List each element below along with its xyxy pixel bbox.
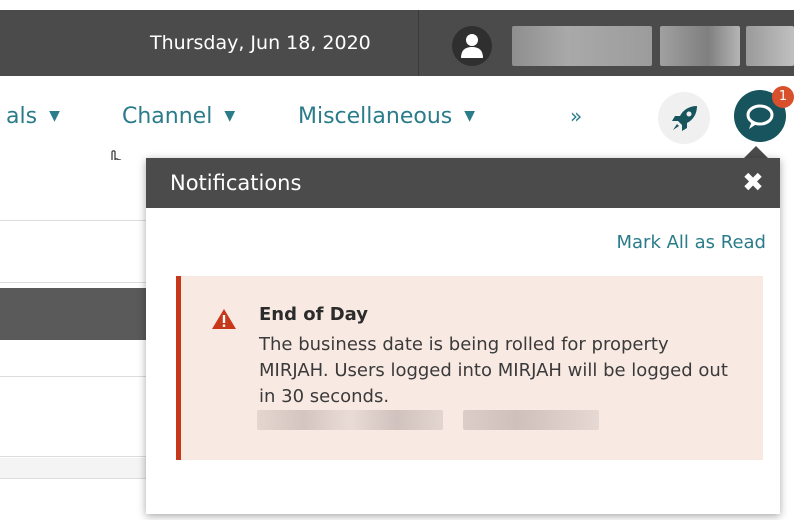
mark-all-read-link[interactable]: Mark All as Read xyxy=(616,232,766,253)
blurred-timestamp xyxy=(257,410,443,430)
rocket-icon xyxy=(672,106,697,131)
nav-menu-miscellaneous-label: Miscellaneous xyxy=(298,104,453,129)
user-icon xyxy=(461,34,483,58)
header-divider xyxy=(418,10,419,76)
warning-icon xyxy=(212,309,236,329)
chat-icon xyxy=(746,104,774,129)
background-row xyxy=(0,458,150,479)
blurred-user-info-3 xyxy=(746,26,794,66)
nav-more-button[interactable]: » xyxy=(570,104,582,128)
user-avatar-button[interactable] xyxy=(452,26,492,66)
notifications-panel: Notifications ✖ Mark All as Read End of … xyxy=(146,158,780,514)
nav-menu-channel[interactable]: Channel ▼ xyxy=(122,104,235,129)
notification-item[interactable]: End of Day The business date is being ro… xyxy=(176,276,763,460)
caret-down-icon: ▼ xyxy=(224,108,236,124)
notification-count-badge: 1 xyxy=(772,86,794,108)
background-row xyxy=(0,222,150,283)
nav-menu-partial[interactable]: als ▼ xyxy=(6,104,60,129)
close-icon[interactable]: ✖ xyxy=(740,170,766,196)
quick-launch-button[interactable] xyxy=(658,92,710,144)
notification-title: End of Day xyxy=(259,304,368,325)
nav-menu-partial-label: als xyxy=(6,104,38,129)
nav-menu-miscellaneous[interactable]: Miscellaneous ▼ xyxy=(298,104,475,129)
main-nav-bar: als ▼ Channel ▼ Miscellaneous ▼ » 1 xyxy=(0,78,794,158)
background-row xyxy=(0,342,150,377)
background-row xyxy=(0,378,150,457)
notification-message: The business date is being rolled for pr… xyxy=(259,334,728,407)
caret-down-icon: ▼ xyxy=(464,108,476,124)
popover-pointer xyxy=(744,146,768,158)
top-header-bar: Thursday, Jun 18, 2020 xyxy=(0,10,794,76)
blurred-timestamp-2 xyxy=(463,410,599,430)
background-table-header xyxy=(0,288,150,340)
notifications-title: Notifications xyxy=(170,171,302,195)
business-date: Thursday, Jun 18, 2020 xyxy=(150,32,371,54)
caret-down-icon: ▼ xyxy=(49,108,60,124)
notifications-header: Notifications ✖ xyxy=(146,158,780,208)
nav-menu-channel-label: Channel xyxy=(122,104,213,129)
blurred-user-info-2 xyxy=(660,26,740,66)
blurred-user-info xyxy=(512,26,652,66)
background-row xyxy=(0,160,150,221)
